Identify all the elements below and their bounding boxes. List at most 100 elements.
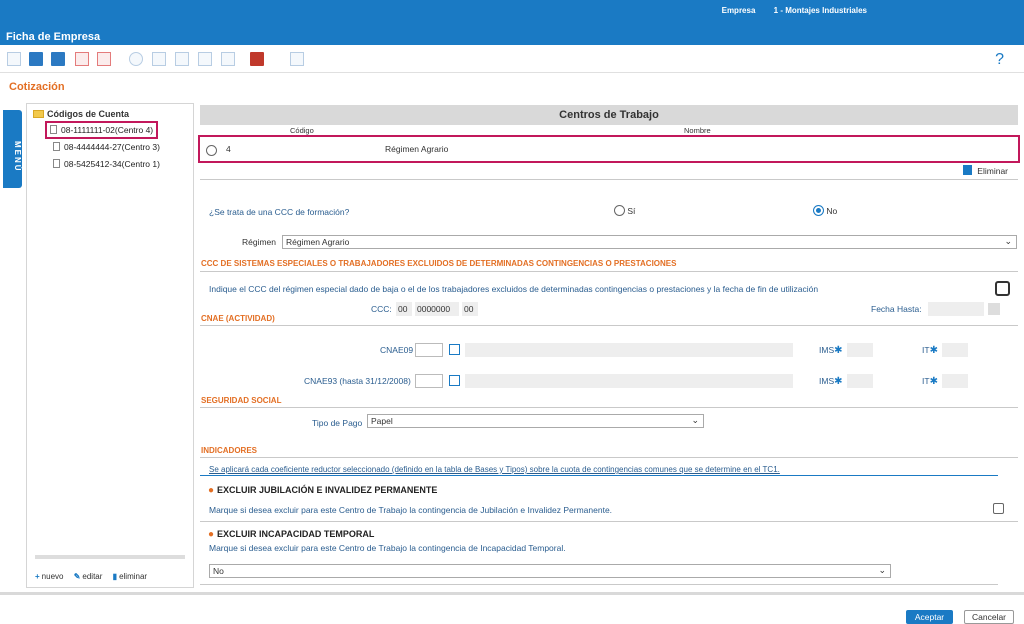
edit-label: editar: [82, 572, 103, 581]
delete-icon[interactable]: [75, 52, 89, 66]
radio-no[interactable]: [813, 205, 824, 216]
cnae93-label: CNAE93 (hasta 31/12/2008): [304, 376, 411, 386]
edit-icon[interactable]: [7, 52, 21, 66]
ims-label: IMS: [819, 376, 835, 386]
centros-title: Centros de Trabajo: [200, 105, 1018, 125]
gear-icon[interactable]: ✱: [834, 376, 842, 387]
first-record-icon[interactable]: [152, 52, 166, 66]
empresa-label: Empresa: [721, 6, 756, 15]
fecha-hasta-input[interactable]: [928, 302, 984, 316]
cnae09-input[interactable]: [415, 343, 443, 357]
cnae93-ims[interactable]: IMS✱: [819, 376, 843, 387]
jubilacion-desc: Marque si desea excluir para este Centro…: [209, 505, 613, 515]
trash-icon: [963, 165, 973, 175]
cnae93-it-value: [942, 374, 968, 388]
regimen-select[interactable]: Régimen Agrario ⌄: [282, 235, 1017, 249]
chevron-down-icon: ⌄: [691, 415, 699, 425]
centros-delete-button[interactable]: Eliminar: [963, 165, 1008, 176]
report-icon[interactable]: [250, 52, 264, 66]
formacion-no-option[interactable]: No: [813, 205, 837, 216]
it-select-value: No: [213, 566, 224, 576]
tree-item-label: 08-4444444-27(Centro 3): [64, 142, 160, 152]
new-button[interactable]: + nuevo: [35, 572, 63, 581]
ccc-part2[interactable]: 0000000: [415, 302, 459, 316]
gear-icon[interactable]: ✱: [930, 376, 938, 387]
calendar-icon[interactable]: [449, 344, 460, 355]
cnae93-input[interactable]: [415, 374, 443, 388]
cnae93-it[interactable]: IT✱: [922, 376, 938, 387]
company-indicator: Empresa 1 - Montajes Industriales: [706, 6, 867, 15]
plus-icon: +: [35, 572, 40, 581]
last-record-icon[interactable]: [221, 52, 235, 66]
cnae09-it[interactable]: IT✱: [922, 345, 938, 356]
divider: [200, 271, 1018, 272]
seguridad-social-heading: SEGURIDAD SOCIAL: [201, 396, 282, 405]
document-icon: [53, 142, 60, 151]
jubilacion-checkbox[interactable]: [993, 503, 1004, 514]
chevron-down-icon: ⌄: [878, 565, 886, 575]
cnae09-ims[interactable]: IMS✱: [819, 345, 843, 356]
gear-icon[interactable]: ✱: [834, 345, 842, 356]
bullet-icon: ●: [208, 485, 215, 496]
cnae93-description: [465, 374, 793, 388]
it-label: IT: [922, 376, 930, 386]
it-select[interactable]: No ⌄: [209, 564, 891, 578]
footer-bar: Aceptar Cancelar: [0, 592, 1024, 624]
folder-icon: [33, 110, 44, 118]
ccc-part3[interactable]: 00: [462, 302, 478, 316]
tree-item-centro-3[interactable]: 08-4444444-27(Centro 3): [53, 142, 160, 152]
centros-columns: Código Nombre: [200, 125, 1018, 136]
search-icon[interactable]: [129, 52, 143, 66]
tree-root-label: Códigos de Cuenta: [47, 109, 130, 119]
ccc-especiales-heading: CCC DE SISTEMAS ESPECIALES O TRABAJADORE…: [201, 259, 677, 268]
tree-root[interactable]: Códigos de Cuenta: [33, 109, 129, 119]
col-name: Nombre: [684, 126, 711, 135]
menu-tab[interactable]: MENÚ: [3, 110, 22, 188]
help-button[interactable]: ?: [995, 51, 1004, 69]
formacion-question: ¿Se trata de una CCC de formación?: [209, 207, 350, 217]
ccc-part1[interactable]: 00: [396, 302, 412, 316]
calendar-icon[interactable]: [988, 303, 1000, 315]
divider: [200, 584, 998, 585]
calendar-icon[interactable]: [449, 375, 460, 386]
tree-item-centro-1[interactable]: 08-5425412-34(Centro 1): [53, 159, 160, 169]
previous-record-icon[interactable]: [175, 52, 189, 66]
tipo-pago-select[interactable]: Papel ⌄: [367, 414, 704, 428]
document-icon: [53, 159, 60, 168]
next-record-icon[interactable]: [198, 52, 212, 66]
page-title: Ficha de Empresa: [6, 31, 101, 43]
trash-icon: ▮: [112, 572, 118, 581]
edit-button[interactable]: ✎ editar: [74, 572, 103, 581]
no-label: No: [826, 206, 838, 216]
delete-label: eliminar: [119, 572, 148, 581]
ccc-checkbox[interactable]: [995, 281, 1010, 296]
it-title-text: EXCLUIR INCAPACIDAD TEMPORAL: [217, 529, 375, 539]
centros-row[interactable]: 4 Régimen Agrario: [198, 135, 1020, 163]
cnae-heading: CNAE (ACTIVIDAD): [201, 314, 275, 323]
tree-item-label: 08-1111111-02(Centro 4): [61, 125, 154, 135]
row-radio[interactable]: [206, 145, 217, 156]
tree-scrollbar[interactable]: [35, 555, 185, 559]
pencil-icon: ✎: [73, 572, 81, 581]
radio-yes[interactable]: [614, 205, 625, 216]
divider: [200, 457, 1018, 458]
delete-button[interactable]: ▮ eliminar: [113, 572, 147, 581]
new-label: nuevo: [41, 572, 64, 581]
regimen-value: Régimen Agrario: [286, 237, 350, 247]
tree-item-centro-4[interactable]: 08-1111111-02(Centro 4): [44, 121, 159, 139]
document-icon: [50, 125, 57, 134]
divider: [200, 521, 1018, 522]
document-icon[interactable]: [290, 52, 304, 66]
gear-icon[interactable]: ✱: [930, 345, 938, 356]
empresa-value[interactable]: 1 - Montajes Industriales: [774, 6, 867, 15]
indicadores-heading: INDICADORES: [201, 446, 258, 455]
ccc-label: CCC:: [371, 304, 392, 314]
save-new-icon[interactable]: [51, 52, 65, 66]
jubilacion-title-text: EXCLUIR JUBILACIÓN E INVALIDEZ PERMANENT…: [217, 485, 438, 495]
top-bar: Empresa 1 - Montajes Industriales Ficha …: [0, 0, 1024, 45]
cancel-icon[interactable]: [97, 52, 111, 66]
row-name: Régimen Agrario: [385, 144, 449, 154]
it-title: ● EXCLUIR INCAPACIDAD TEMPORAL: [208, 529, 374, 540]
save-icon[interactable]: [29, 52, 43, 66]
formacion-yes-option[interactable]: Sí: [614, 205, 635, 216]
